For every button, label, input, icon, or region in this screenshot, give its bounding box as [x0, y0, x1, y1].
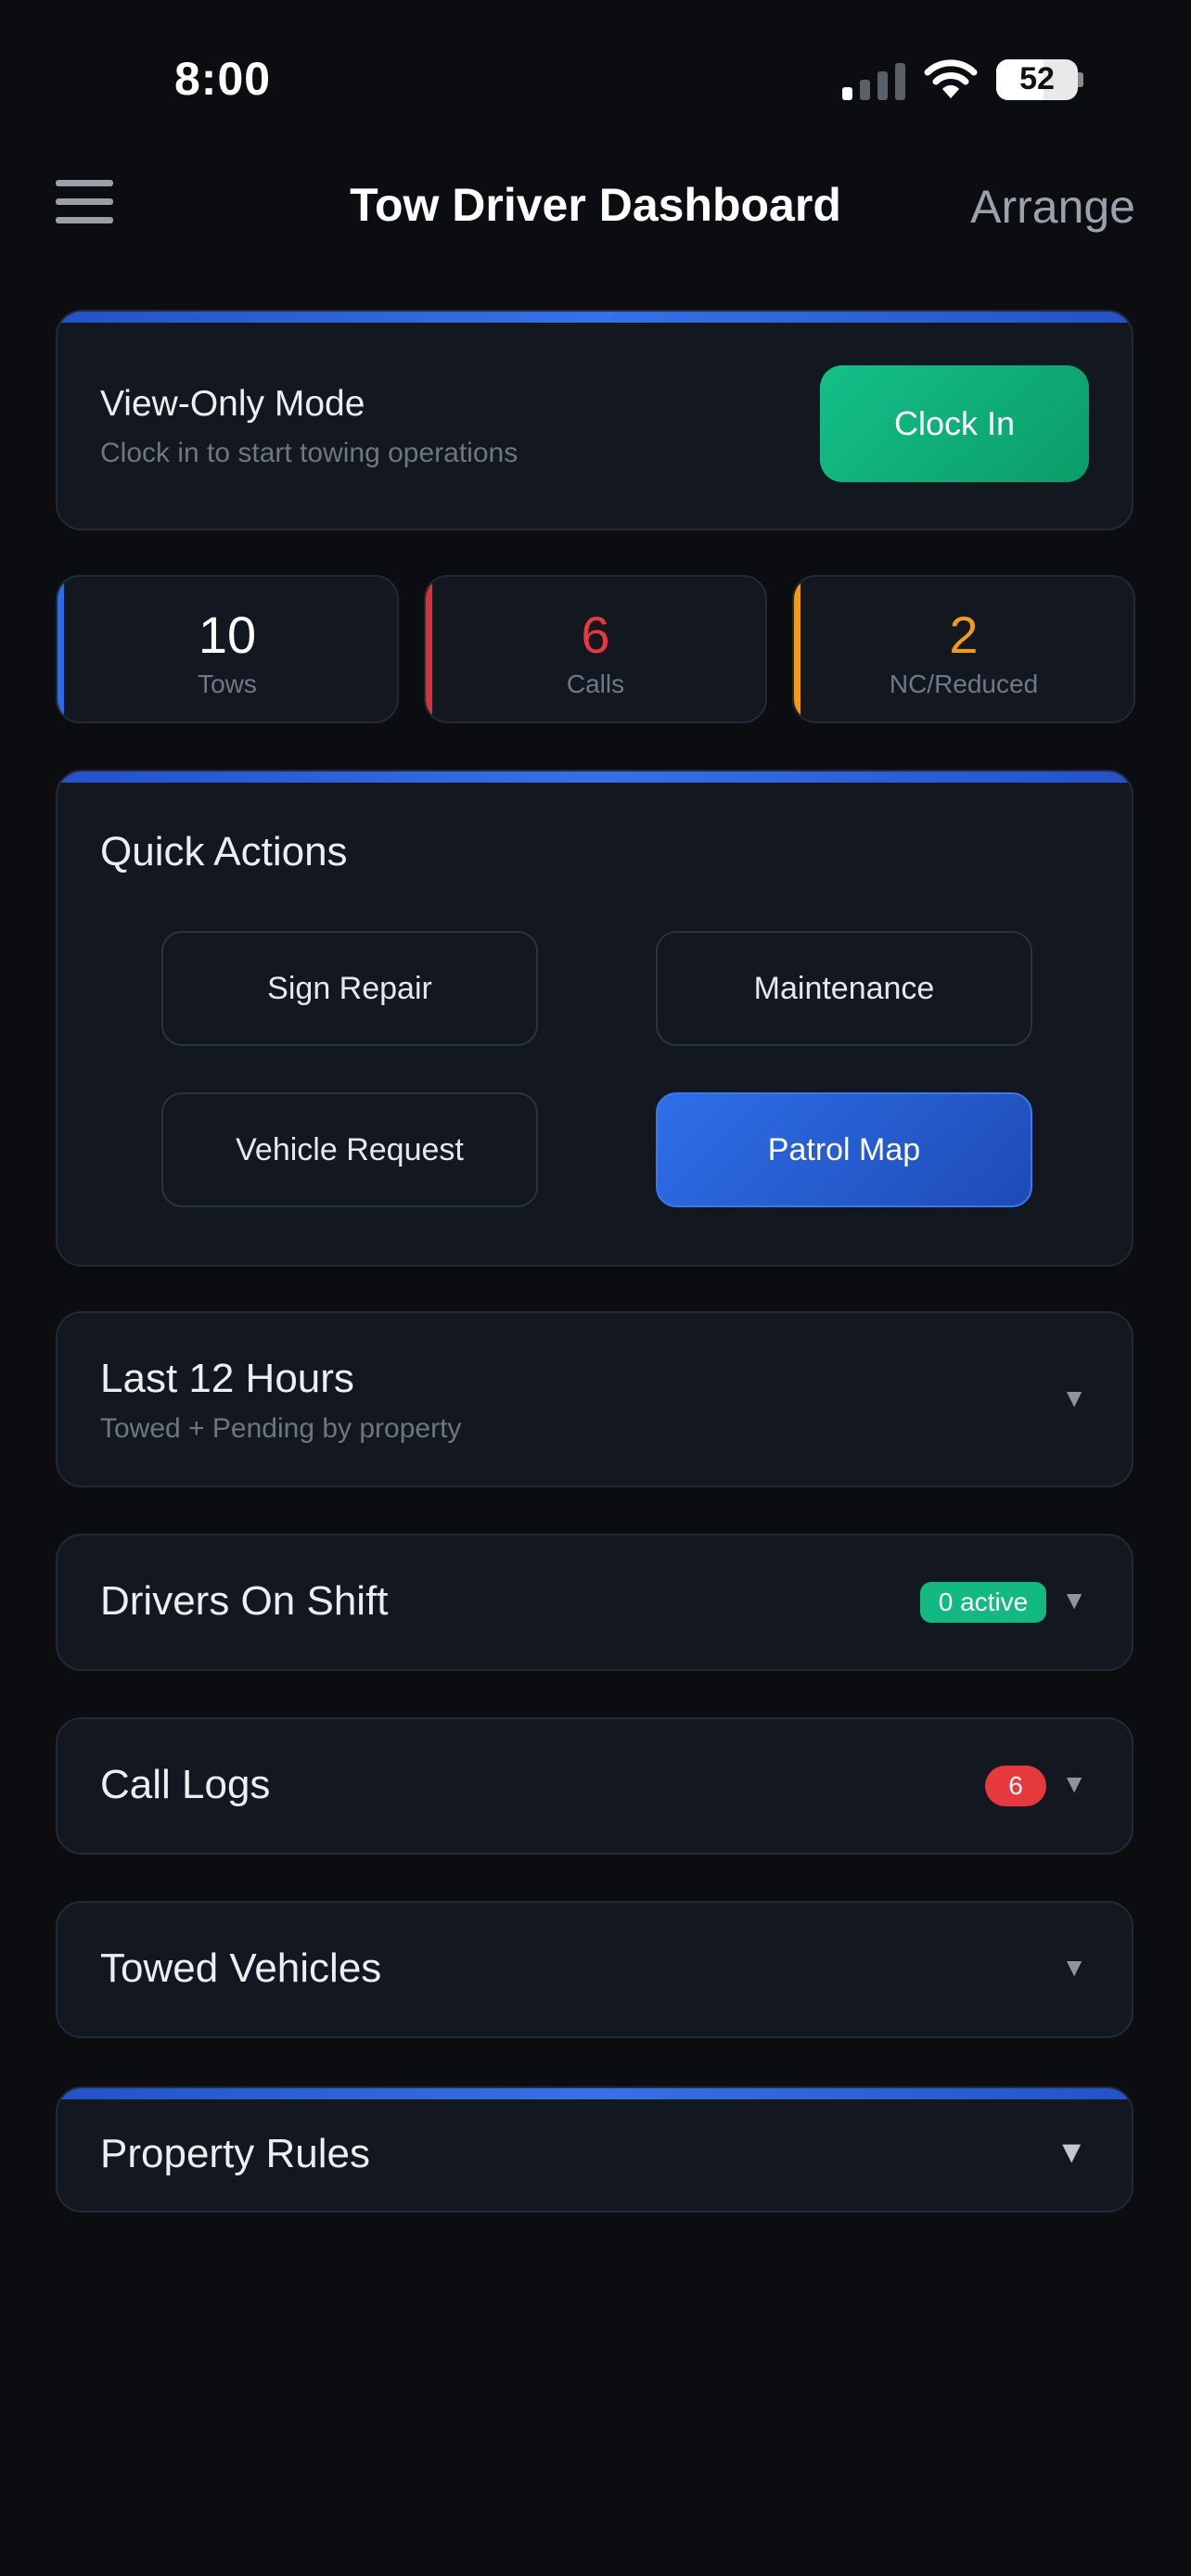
vehicle-request-button[interactable]: Vehicle Request: [161, 1092, 538, 1207]
patrol-map-button[interactable]: Patrol Map: [656, 1092, 1032, 1207]
maintenance-button[interactable]: Maintenance: [656, 931, 1032, 1046]
stat-nc-reduced[interactable]: 2 NC/Reduced: [792, 575, 1135, 723]
chevron-down-icon: ▼: [1056, 2135, 1087, 2170]
mode-card: View-Only Mode Clock in to start towing …: [56, 310, 1133, 530]
towed-vehicles-section[interactable]: Towed Vehicles ▼: [56, 1901, 1133, 2038]
battery-icon: 52: [996, 59, 1078, 100]
signal-icon: [842, 61, 905, 100]
call-count-badge: 6: [985, 1766, 1046, 1806]
call-logs-section[interactable]: Call Logs 6 ▼: [56, 1717, 1133, 1855]
section-subtitle: Towed + Pending by property: [100, 1413, 462, 1444]
section-title: Drivers On Shift: [100, 1578, 389, 1624]
property-rules-section[interactable]: Property Rules ▼: [56, 2086, 1133, 2213]
section-title: Property Rules: [100, 2131, 371, 2176]
chevron-down-icon: ▼: [1061, 1769, 1087, 1798]
active-drivers-badge: 0 active: [920, 1582, 1046, 1623]
mode-subtitle: Clock in to start towing operations: [100, 438, 519, 468]
stat-label: Calls: [566, 670, 625, 698]
stat-value: 6: [581, 606, 610, 664]
stat-label: Tows: [198, 670, 257, 698]
section-title: Last 12 Hours: [100, 1356, 354, 1401]
section-title: Call Logs: [100, 1762, 271, 1807]
stat-label: NC/Reduced: [889, 670, 1039, 698]
last-12-hours-section[interactable]: Last 12 Hours Towed + Pending by propert…: [56, 1311, 1133, 1487]
stat-tows[interactable]: 10 Tows: [56, 575, 399, 723]
sign-repair-button[interactable]: Sign Repair: [161, 931, 538, 1046]
chevron-down-icon: ▼: [1061, 1384, 1087, 1412]
battery-percent: 52: [1019, 61, 1055, 96]
chevron-down-icon: ▼: [1061, 1586, 1087, 1614]
chevron-down-icon: ▼: [1061, 1953, 1087, 1982]
section-title: Towed Vehicles: [100, 1945, 382, 1991]
clock-in-button[interactable]: Clock In: [820, 365, 1089, 482]
quick-actions-title: Quick Actions: [100, 829, 348, 874]
stat-calls[interactable]: 6 Calls: [424, 575, 767, 723]
status-time: 8:00: [174, 53, 272, 105]
stat-value: 10: [198, 606, 257, 664]
wifi-icon: [924, 57, 978, 100]
quick-actions-card: Quick Actions Sign Repair Maintenance Ve…: [56, 770, 1133, 1267]
stat-value: 2: [949, 606, 979, 664]
arrange-button[interactable]: Arrange: [970, 180, 1135, 234]
drivers-on-shift-section[interactable]: Drivers On Shift 0 active ▼: [56, 1534, 1133, 1671]
mode-title: View-Only Mode: [100, 384, 365, 424]
battery-tip: [1078, 72, 1083, 87]
